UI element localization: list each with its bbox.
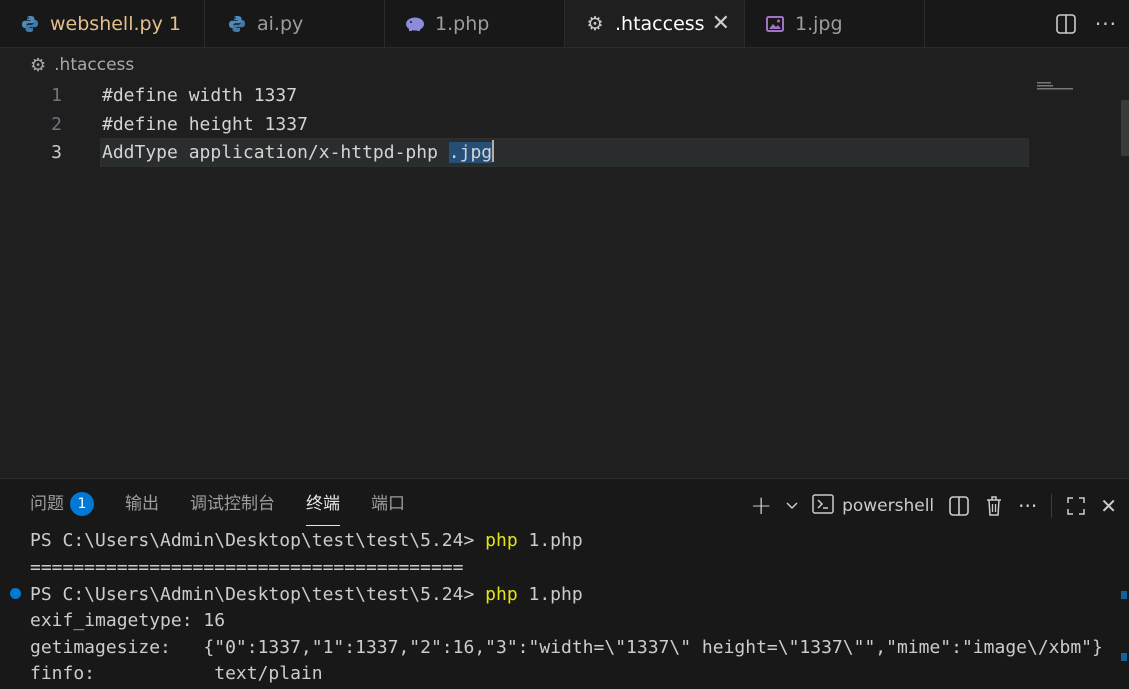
code-line[interactable]: 2 #define height 1337	[0, 110, 1129, 139]
image-icon	[765, 14, 785, 34]
code-line[interactable]: 3 AddType application/x-httpd-php .jpg	[0, 138, 1129, 167]
terminal-prompt: PS C:\Users\Admin\Desktop\test\test\5.24…	[30, 584, 486, 605]
tab-label: webshell.py	[50, 12, 163, 35]
line-text: #define height 1337	[102, 114, 308, 135]
minimap[interactable]	[1037, 80, 1077, 90]
terminal-line: getimagesize: {"0":1337,"1":1337,"2":16,…	[30, 637, 1103, 658]
breadcrumb[interactable]: ⚙ .htaccess	[30, 53, 134, 77]
terminal-output[interactable]: PS C:\Users\Admin\Desktop\test\test\5.24…	[0, 527, 1129, 689]
tab-webshell-py[interactable]: webshell.py 1	[0, 0, 205, 47]
shell-name: powershell	[842, 496, 935, 516]
terminal-command: php	[485, 584, 518, 605]
code-editor[interactable]: 1 #define width 1337 2 #define height 13…	[0, 80, 1129, 476]
panel-actions: + powershell ··· ✕	[750, 491, 1117, 521]
divider	[1051, 494, 1053, 518]
breadcrumb-file: .htaccess	[54, 55, 135, 75]
terminal-scroll-marker	[1121, 653, 1127, 661]
gear-icon: ⚙	[586, 13, 604, 35]
terminal-args: 1.php	[517, 584, 583, 605]
terminal-line: PS C:\Users\Admin\Desktop\test\test\5.24…	[30, 527, 583, 554]
bottom-panel: 问题 1 输出 调试控制台 终端 端口 + powershell ··· ✕ P…	[0, 478, 1129, 689]
terminal-selector[interactable]: powershell	[812, 493, 935, 519]
tab-label: 输出	[125, 494, 159, 514]
text-cursor	[492, 140, 495, 162]
line-text: #define width 1337	[102, 85, 298, 106]
tab-debug-console[interactable]: 调试控制台	[190, 491, 275, 517]
code-line[interactable]: 1 #define width 1337	[0, 81, 1129, 110]
more-actions-icon[interactable]: ···	[1018, 494, 1037, 518]
panel-tab-list: 问题 1 输出 调试控制台 终端 端口	[30, 491, 405, 526]
php-elephant-icon	[405, 14, 425, 34]
tab-label: 1.jpg	[795, 12, 843, 35]
line-text: AddType application/x-httpd-php .jpg	[102, 138, 495, 167]
tab-htaccess[interactable]: ⚙ .htaccess ✕	[565, 0, 745, 47]
editor-actions: ···	[1055, 0, 1129, 47]
problems-badge: 1	[70, 492, 94, 516]
tab-output[interactable]: 输出	[125, 491, 159, 517]
editor-scrollbar[interactable]	[1121, 100, 1129, 156]
python-icon	[227, 14, 247, 34]
terminal-command: php	[485, 530, 518, 551]
terminal-line: ========================================	[30, 557, 464, 578]
split-terminal-icon[interactable]	[948, 495, 970, 517]
tab-problems[interactable]: 问题 1	[30, 491, 94, 517]
terminal-line: finfo: text/plain	[30, 663, 323, 684]
line-text-plain: AddType application/x-httpd-php	[102, 142, 449, 163]
editor-tab-bar: webshell.py 1 ai.py 1.php ⚙ .htaccess ✕ …	[0, 0, 1129, 48]
split-editor-icon[interactable]	[1055, 13, 1077, 35]
terminal-args: 1.php	[517, 530, 583, 551]
terminal-line: PS C:\Users\Admin\Desktop\test\test\5.24…	[30, 581, 583, 608]
line-number: 2	[51, 114, 62, 135]
gear-icon: ⚙	[30, 54, 47, 76]
line-number: 3	[51, 142, 62, 163]
terminal-icon	[812, 493, 834, 519]
selected-text: .jpg	[448, 142, 493, 163]
tab-label: ai.py	[257, 12, 304, 35]
maximize-icon[interactable]	[1066, 496, 1086, 516]
trash-icon[interactable]	[984, 495, 1004, 517]
terminal-line: exif_imagetype: 16	[30, 610, 226, 631]
tab-ai-py[interactable]: ai.py	[205, 0, 385, 47]
python-icon	[20, 14, 40, 34]
tab-terminal[interactable]: 终端	[306, 491, 340, 526]
chevron-down-icon[interactable]	[786, 502, 798, 510]
tab-label: 端口	[371, 494, 405, 514]
terminal-prompt: PS C:\Users\Admin\Desktop\test\test\5.24…	[30, 530, 486, 551]
tab-ports[interactable]: 端口	[371, 491, 405, 517]
command-decoration-icon[interactable]	[10, 588, 21, 599]
tab-label: 调试控制台	[190, 494, 275, 514]
tab-label: 问题	[30, 494, 64, 514]
more-actions-icon[interactable]: ···	[1095, 12, 1117, 36]
line-number: 1	[51, 85, 62, 106]
terminal-scroll-marker	[1121, 591, 1127, 599]
tab-1-jpg[interactable]: 1.jpg	[745, 0, 925, 47]
problem-count-badge: 1	[168, 12, 181, 35]
close-icon[interactable]: ✕	[1100, 494, 1117, 518]
close-icon[interactable]: ✕	[712, 11, 730, 36]
add-terminal-icon[interactable]: +	[750, 491, 772, 521]
tab-label: 1.php	[435, 12, 490, 35]
tab-label: 终端	[306, 494, 340, 514]
tab-label: .htaccess	[615, 13, 705, 35]
tab-1-php[interactable]: 1.php	[385, 0, 565, 47]
